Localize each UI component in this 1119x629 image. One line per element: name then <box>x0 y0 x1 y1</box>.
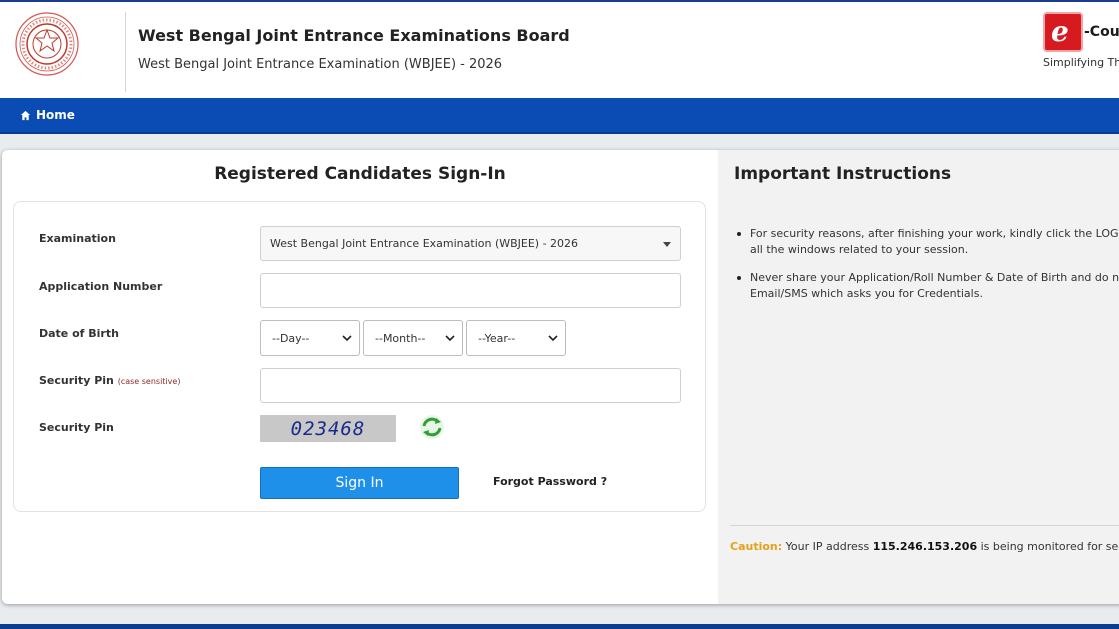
e-counselling-logo: e -Coun Simplifying The <box>1043 12 1119 84</box>
instructions-title: Important Instructions <box>734 164 952 184</box>
caret-down-icon <box>663 242 671 247</box>
dob-year-value: --Year-- <box>478 331 516 345</box>
chevron-down-icon <box>445 335 455 342</box>
examination-select[interactable]: West Bengal Joint Entrance Examination (… <box>260 226 681 261</box>
exam-subtitle: West Bengal Joint Entrance Examination (… <box>138 57 503 72</box>
signin-form: Examination West Bengal Joint Entrance E… <box>13 201 706 512</box>
caution-notice: Caution: Your IP address 115.246.153.206… <box>730 540 1119 553</box>
ip-address: 115.246.153.206 <box>872 540 978 553</box>
caution-label: Caution: <box>730 540 783 553</box>
e-logo-icon: e <box>1043 12 1083 52</box>
chevron-down-icon <box>548 335 558 342</box>
header-divider <box>125 12 126 92</box>
case-sensitive-note: (case sensitive) <box>117 377 181 386</box>
security-pin-input[interactable] <box>260 368 681 403</box>
application-number-input[interactable] <box>260 273 681 308</box>
sign-in-button[interactable]: Sign In <box>260 467 459 499</box>
footer-bar <box>0 624 1119 629</box>
brand-text: -Coun <box>1084 24 1119 40</box>
examination-label: Examination <box>39 232 116 245</box>
dob-label: Date of Birth <box>39 327 119 340</box>
wbjeeb-emblem-icon <box>15 12 79 76</box>
home-icon <box>20 110 31 120</box>
security-pin-label: Security Pin (case sensitive) <box>39 374 181 387</box>
navbar: Home <box>0 98 1119 134</box>
dob-month-value: --Month-- <box>375 331 426 345</box>
divider <box>730 525 1119 526</box>
brand-tagline: Simplifying The <box>1043 56 1119 69</box>
nav-home-link[interactable]: Home <box>20 108 75 122</box>
board-title: West Bengal Joint Entrance Examinations … <box>138 26 570 45</box>
chevron-down-icon <box>342 335 352 342</box>
signin-title: Registered Candidates Sign-In <box>214 164 506 184</box>
nav-home-label: Home <box>36 108 75 122</box>
instructions-panel: Important Instructions For security reas… <box>718 150 1119 604</box>
instructions-list: For security reasons, after finishing yo… <box>736 226 1119 314</box>
dob-day-select[interactable]: --Day-- <box>260 320 360 356</box>
examination-selected-value: West Bengal Joint Entrance Examination (… <box>270 237 579 250</box>
dob-day-value: --Day-- <box>272 331 310 345</box>
application-number-label: Application Number <box>39 280 163 293</box>
site-header: West Bengal Joint Entrance Examinations … <box>0 0 1119 98</box>
forgot-password-link[interactable]: Forgot Password ? <box>493 475 607 488</box>
refresh-captcha-icon[interactable] <box>419 414 445 440</box>
captcha-label: Security Pin <box>39 421 114 434</box>
instruction-item: Never share your Application/Roll Number… <box>736 270 1119 302</box>
instruction-item: For security reasons, after finishing yo… <box>736 226 1119 258</box>
signin-card: Registered Candidates Sign-In Examinatio… <box>2 150 1119 604</box>
dob-month-select[interactable]: --Month-- <box>363 320 463 356</box>
dob-year-select[interactable]: --Year-- <box>466 320 566 356</box>
captcha-image: 023468 <box>260 415 396 442</box>
